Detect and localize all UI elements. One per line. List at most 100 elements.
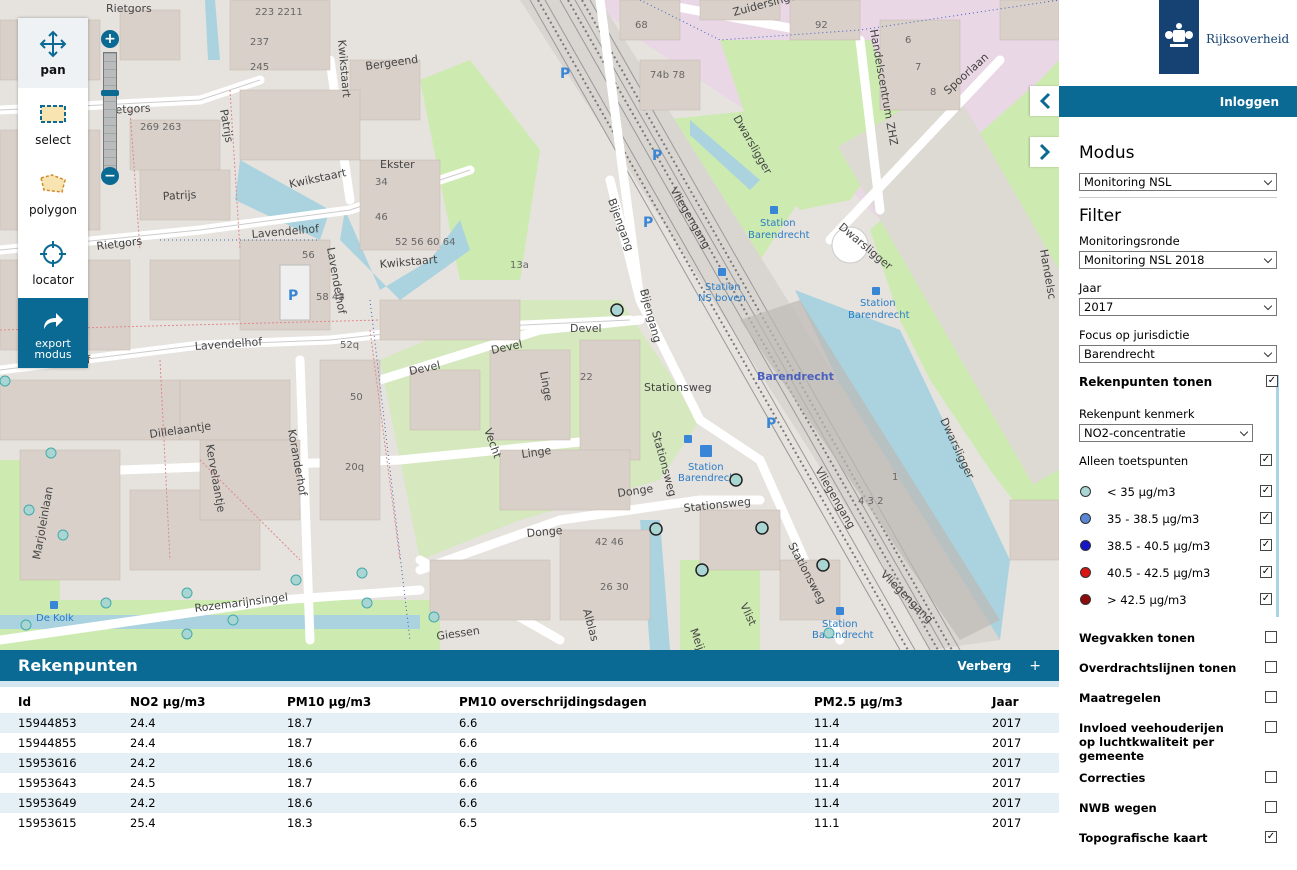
svg-text:56: 56 [302,250,315,261]
layer-label: NWB wegen [1079,801,1157,815]
polygon-tool[interactable]: polygon [18,158,88,228]
rekenpunten-checkbox[interactable]: ✓ [1266,375,1278,387]
svg-text:269 263: 269 263 [140,122,181,133]
layer-item[interactable]: Correcties [1079,769,1277,799]
layer-item[interactable]: Topografische kaart ✓ [1079,829,1277,859]
login-bar: Inloggen [1059,86,1297,117]
modus-title: Modus [1079,143,1135,163]
cell-pm10: 18.7 [287,736,313,750]
rekenpunten-section: Rekenpunten tonen ✓ Rekenpunt kenmerk NO… [1079,375,1279,617]
svg-text:Barendrecht: Barendrecht [848,310,910,321]
zoom-slider-handle[interactable] [101,90,119,96]
expand-panel-button[interactable] [1030,137,1060,167]
map-view[interactable]: P P P P P Rietgors Rietgors Rietgors Kwi… [0,0,1059,650]
svg-text:4 3 2: 4 3 2 [858,496,883,507]
jaar-select[interactable]: 2017 [1079,298,1277,316]
focus-select[interactable]: Barendrecht [1079,345,1277,363]
svg-text:P: P [560,66,570,82]
zoom-out-button[interactable]: − [101,167,119,185]
cell-pm10-days: 6.6 [459,796,478,810]
legend-color-dot [1080,594,1091,605]
export-mode-button[interactable]: export modus [18,298,88,368]
svg-text:22: 22 [580,372,593,383]
svg-text:6: 6 [905,35,911,46]
table-row[interactable]: 15953649 24.2 18.6 6.6 11.4 2017 [0,793,1059,813]
chevron-right-icon [1039,143,1051,161]
expand-panel-plus[interactable]: + [1029,658,1041,674]
svg-text:68: 68 [635,20,648,31]
legend-checkbox[interactable]: ✓ [1260,512,1272,524]
cell-pm10: 18.7 [287,716,313,730]
layer-item[interactable]: Overdrachtslijnen tonen [1079,659,1277,689]
login-link[interactable]: Inloggen [1220,95,1279,109]
cell-pm25: 11.4 [814,736,840,750]
layer-item[interactable]: NWB wegen [1079,799,1277,829]
table-row[interactable]: 15953616 24.2 18.6 6.6 11.4 2017 [0,753,1059,773]
svg-text:223 2211: 223 2211 [255,7,303,18]
table-row[interactable]: 15944855 24.4 18.7 6.6 11.4 2017 [0,733,1059,753]
legend-color-dot [1080,513,1091,524]
column-header-no2[interactable]: NO2 µg/m3 [130,687,287,713]
select-rectangle-icon [38,99,68,129]
column-header-jaar[interactable]: Jaar [992,687,1059,713]
cell-no2: 25.4 [130,816,156,830]
cell-jaar: 2017 [992,776,1022,790]
svg-text:34: 34 [375,177,388,188]
layer-item[interactable]: Maatregelen [1079,689,1277,719]
layer-checkbox[interactable] [1265,661,1277,673]
layer-item[interactable]: Invloed veehouderijen op luchtkwaliteit … [1079,719,1277,769]
layer-checkbox[interactable] [1265,631,1277,643]
legend-checkbox[interactable]: ✓ [1260,539,1272,551]
legend-checkbox[interactable]: ✓ [1260,566,1272,578]
kenmerk-select[interactable]: NO2-concentratie [1079,424,1253,442]
table-row[interactable]: 15944853 24.4 18.7 6.6 11.4 2017 [0,713,1059,733]
layer-checkbox[interactable] [1265,691,1277,703]
table-row[interactable]: 15953643 24.5 18.7 6.6 11.4 2017 [0,773,1059,793]
cell-pm25: 11.4 [814,756,840,770]
column-header-pm25[interactable]: PM2.5 µg/m3 [814,687,992,713]
legend-checkbox[interactable]: ✓ [1260,485,1272,497]
legend-color-dot [1080,486,1091,497]
select-tool[interactable]: select [18,88,88,158]
monitoringsronde-select[interactable]: Monitoring NSL 2018 [1079,251,1277,269]
cell-pm10: 18.7 [287,776,313,790]
pan-tool[interactable]: pan [18,18,88,88]
svg-text:26 30: 26 30 [600,582,629,593]
modus-select[interactable]: Monitoring NSL [1079,173,1277,191]
polygon-label: polygon [29,203,77,217]
rekenpunten-table: Id NO2 µg/m3 PM10 µg/m3 PM10 overschrijd… [0,687,1059,833]
layer-label: Correcties [1079,771,1146,785]
layer-checkbox[interactable] [1265,771,1277,783]
collapse-panel-button[interactable] [1030,86,1060,116]
brand-name: Rijksoverheid [1206,32,1290,46]
svg-text:P: P [643,215,653,231]
toetspunten-label: Alleen toetspunten [1079,454,1189,468]
cell-pm10-days: 6.6 [459,756,478,770]
svg-text:Barendrecht: Barendrecht [757,370,834,383]
zoom-in-button[interactable]: + [101,30,119,48]
svg-text:P: P [288,288,298,304]
share-arrow-icon [38,306,68,336]
rekenpunten-toggle-row: Rekenpunten tonen ✓ [1079,375,1278,401]
svg-text:8: 8 [930,87,936,98]
layer-checkbox[interactable]: ✓ [1265,831,1277,843]
cell-jaar: 2017 [992,736,1022,750]
legend-label: 35 - 38.5 µg/m3 [1107,511,1200,526]
filter-title: Filter [1079,206,1122,226]
table-row[interactable]: 15953615 25.4 18.3 6.5 11.1 2017 [0,813,1059,833]
layer-checkbox[interactable] [1265,801,1277,813]
locator-tool[interactable]: locator [18,228,88,298]
column-header-pm10[interactable]: PM10 µg/m3 [287,687,459,713]
column-header-id[interactable]: Id [0,687,130,713]
cell-id: 15944853 [18,716,77,730]
column-header-pm10-days[interactable]: PM10 overschrijdingsdagen [459,687,814,713]
toetspunten-checkbox[interactable]: ✓ [1260,454,1272,466]
layer-item[interactable]: Wegvakken tonen [1079,629,1277,659]
hide-panel-button[interactable]: Verberg [957,659,1011,673]
divider [1079,197,1277,198]
cell-pm25: 11.4 [814,776,840,790]
zoom-slider[interactable] [103,52,117,182]
legend-checkbox[interactable]: ✓ [1260,593,1272,605]
layer-checkbox[interactable] [1265,721,1277,733]
svg-text:46: 46 [375,212,388,223]
